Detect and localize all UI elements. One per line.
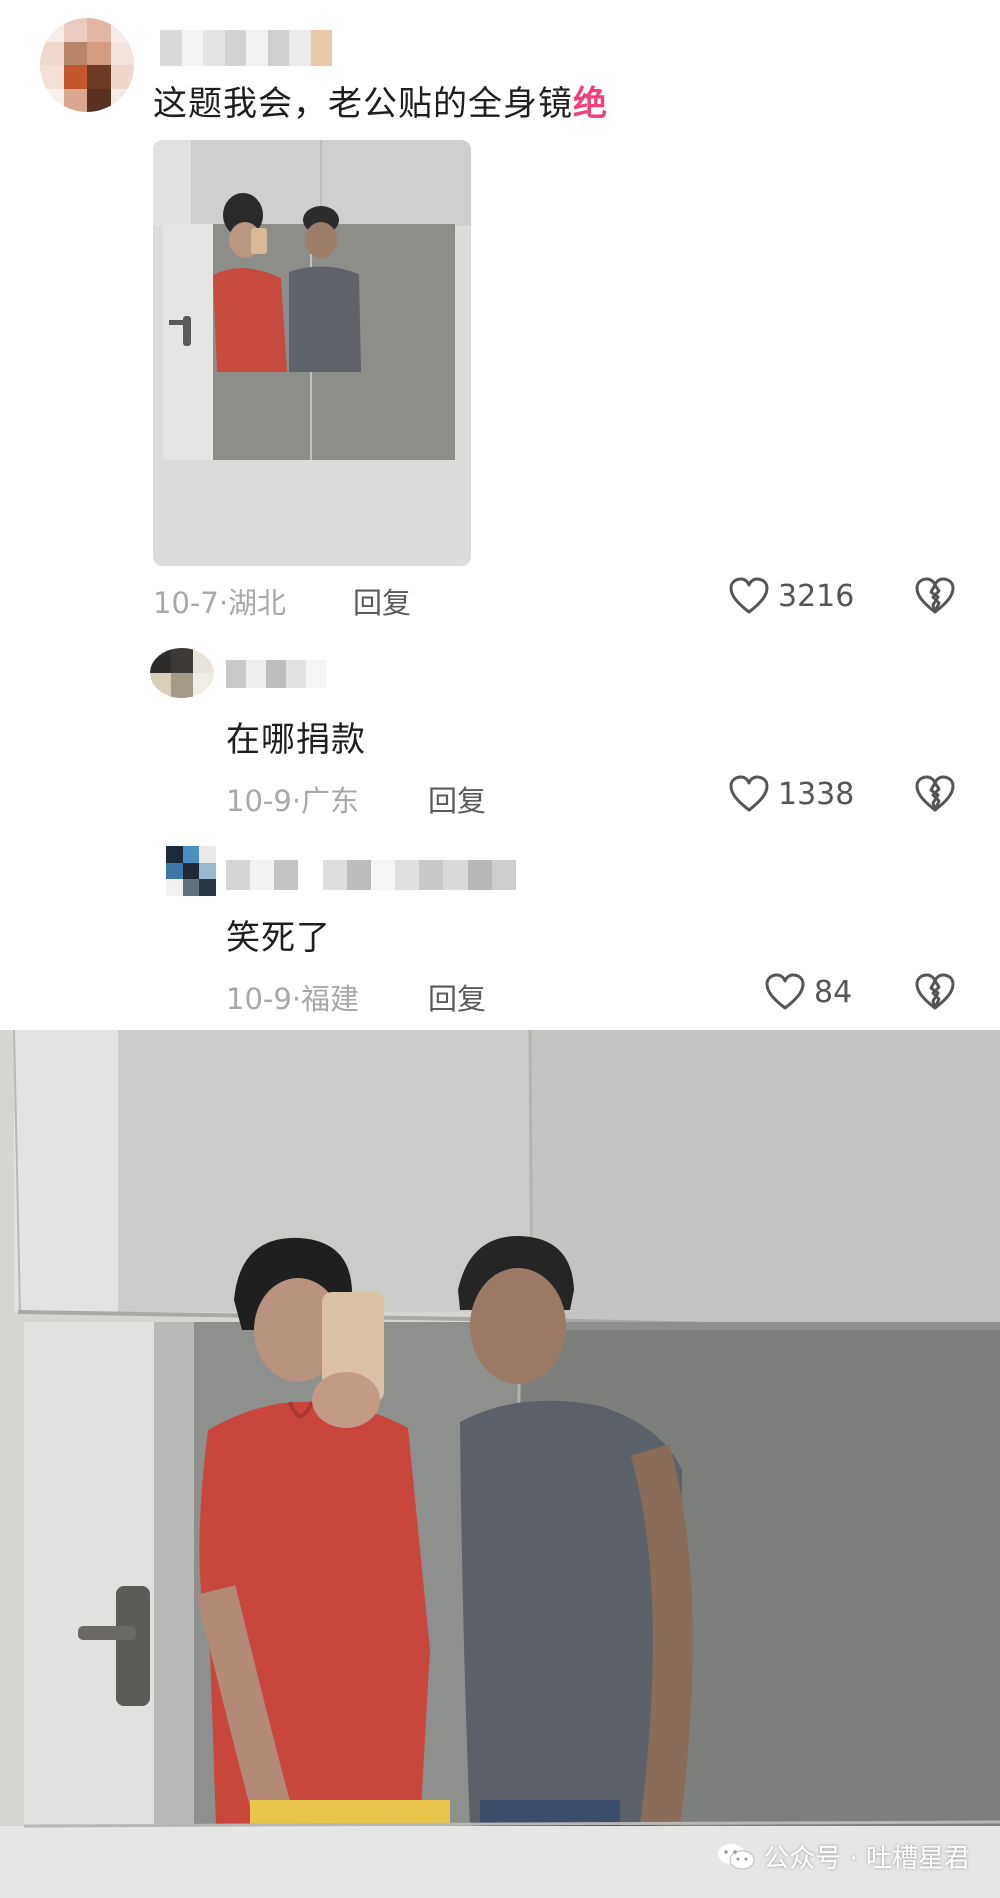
heart-outline-icon [765, 973, 805, 1010]
comment-text: 这题我会，老公贴的全身镜绝 [153, 84, 608, 124]
like-count: 84 [814, 974, 853, 1010]
heart-outline-icon [729, 577, 769, 614]
broken-heart-icon [915, 775, 955, 812]
wechat-icon [718, 1843, 755, 1869]
like-count: 3216 [778, 578, 855, 614]
comment-text: 笑死了 [226, 918, 331, 958]
date-location: 10-9·福建 [226, 982, 360, 1016]
avatar[interactable] [150, 648, 214, 698]
reply-button[interactable]: 回复 [353, 580, 411, 622]
like-button[interactable]: 84 [764, 972, 852, 1012]
reply-button[interactable]: 回复 [428, 778, 486, 820]
dislike-button[interactable] [914, 576, 956, 620]
username[interactable] [160, 30, 332, 66]
avatar[interactable] [166, 846, 216, 896]
dislike-button[interactable] [914, 972, 956, 1016]
comment-text: 在哪捐款 [226, 720, 366, 760]
like-button[interactable]: 3216 [728, 576, 854, 616]
mirror-photo [0, 1030, 1000, 1898]
watermark-text: 公众号 · 吐槽星君 [763, 1844, 970, 1874]
dislike-button[interactable] [914, 774, 956, 818]
heart-outline-icon [729, 775, 769, 812]
avatar[interactable] [40, 18, 134, 112]
reply-button[interactable]: 回复 [428, 976, 486, 1018]
username[interactable] [226, 660, 326, 688]
comment-image[interactable] [153, 140, 471, 566]
watermark: 公众号 · 吐槽星君 [717, 1838, 970, 1875]
date-location: 10-9·广东 [226, 784, 360, 818]
date-location: 10-7·湖北 [153, 586, 287, 620]
like-count: 1338 [778, 776, 855, 812]
broken-heart-icon [915, 577, 955, 614]
like-button[interactable]: 1338 [728, 774, 854, 814]
username[interactable] [226, 860, 516, 890]
broken-heart-icon [915, 973, 955, 1010]
emphasis-text: 绝 [573, 84, 608, 124]
